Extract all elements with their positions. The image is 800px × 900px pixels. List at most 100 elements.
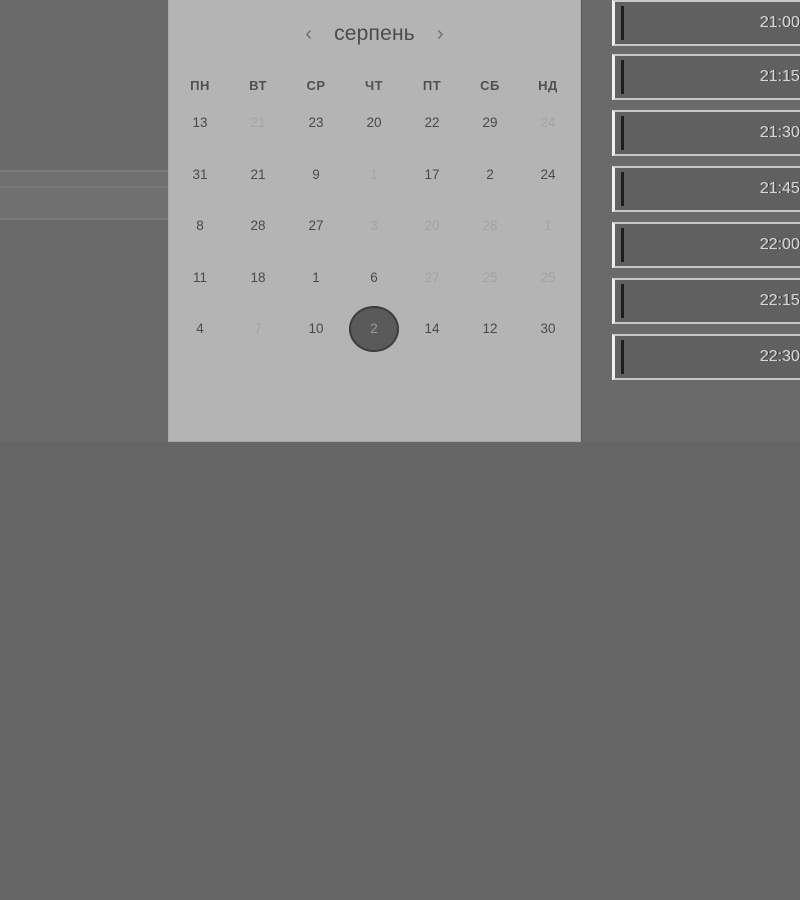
day-cell[interactable]: 17 — [403, 149, 461, 201]
day-number: 24 — [540, 115, 556, 131]
chevron-right-icon[interactable]: › — [433, 24, 448, 44]
time-slot-button[interactable]: 21:15 — [612, 54, 800, 100]
day-number: 9 — [312, 166, 320, 182]
weekday-label: СР — [306, 78, 326, 93]
time-slot-button[interactable]: 21:00 — [612, 0, 800, 46]
weekday-label: ПН — [190, 78, 210, 93]
day-number: 22 — [424, 115, 440, 131]
day-number: 1 — [312, 269, 320, 285]
day-cell-selected[interactable]: 2 — [345, 303, 403, 355]
time-slot-label: 22:00 — [759, 236, 800, 253]
time-slot-button[interactable]: 21:30 — [612, 110, 800, 156]
time-slot-button[interactable]: 22:00 — [612, 222, 800, 268]
day-cell[interactable]: 27 — [403, 252, 461, 304]
left-panel-row — [0, 170, 169, 220]
day-number: 17 — [424, 166, 440, 182]
day-number: 14 — [424, 321, 440, 337]
weekday-label: НД — [538, 78, 558, 93]
day-cell[interactable]: 27 — [287, 200, 345, 252]
day-number: 29 — [482, 115, 498, 131]
day-number: 13 — [192, 115, 208, 131]
day-number: 2 — [486, 166, 494, 182]
day-cell[interactable]: 24 — [519, 97, 577, 149]
time-slot-button[interactable]: 22:15 — [612, 278, 800, 324]
day-number: 1 — [370, 166, 378, 182]
day-cell[interactable]: 25 — [519, 252, 577, 304]
day-cell[interactable]: 1 — [519, 200, 577, 252]
day-cell[interactable]: 18 — [229, 252, 287, 304]
day-cell[interactable]: 23 — [287, 97, 345, 149]
day-cell[interactable]: 25 — [461, 252, 519, 304]
day-cell[interactable]: 11 — [171, 252, 229, 304]
day-cell[interactable]: 28 — [229, 200, 287, 252]
page: ‹ серпень › ПН ВТ СР ЧТ ПТ СБ НД 13 21 23 20 22 29 2… — [0, 0, 800, 900]
day-number: 4 — [196, 321, 204, 337]
day-cell[interactable]: 13 — [171, 97, 229, 149]
weekday-label: ЧТ — [364, 78, 384, 93]
day-number: 31 — [192, 166, 208, 182]
day-number: 20 — [366, 115, 382, 131]
time-slot-list: 21:00 21:15 21:30 21:45 22:00 22:15 22:30 — [612, 0, 800, 392]
day-cell[interactable]: 1 — [345, 149, 403, 201]
day-number: 27 — [424, 269, 440, 285]
day-number: 20 — [424, 218, 440, 234]
day-cell[interactable]: 1 — [287, 252, 345, 304]
day-number: 10 — [308, 321, 324, 337]
weekday-label: ПТ — [422, 78, 442, 93]
day-cell[interactable]: 31 — [171, 149, 229, 201]
day-number: 8 — [196, 218, 204, 234]
day-cell[interactable]: 12 — [461, 303, 519, 355]
day-grid: 13 21 23 20 22 29 24 31 21 9 1 17 2 24 8 28 27 3 20 28 1 11 18… — [171, 97, 579, 355]
day-cell[interactable]: 22 — [403, 97, 461, 149]
day-cell[interactable]: 29 — [461, 97, 519, 149]
day-number: 1 — [544, 218, 552, 234]
day-cell[interactable]: 28 — [461, 200, 519, 252]
day-cell[interactable]: 9 — [287, 149, 345, 201]
time-slot-label: 21:30 — [759, 124, 800, 141]
day-cell[interactable]: 8 — [171, 200, 229, 252]
day-cell[interactable]: 21 — [229, 149, 287, 201]
day-number: 7 — [254, 321, 262, 337]
day-number: 25 — [540, 269, 556, 285]
time-slot-label: 22:30 — [759, 348, 800, 365]
day-cell[interactable]: 21 — [229, 97, 287, 149]
day-number: 2 — [349, 305, 399, 352]
day-cell[interactable]: 30 — [519, 303, 577, 355]
day-number: 21 — [250, 166, 266, 182]
day-cell[interactable]: 2 — [461, 149, 519, 201]
day-number: 3 — [370, 218, 378, 234]
day-cell[interactable]: 20 — [403, 200, 461, 252]
day-cell[interactable]: 10 — [287, 303, 345, 355]
time-slot-label: 21:00 — [759, 14, 800, 31]
day-number: 30 — [540, 321, 556, 337]
weekday-label: ВТ — [249, 78, 267, 93]
day-number: 23 — [308, 115, 324, 131]
day-cell[interactable]: 20 — [345, 97, 403, 149]
day-number: 6 — [370, 269, 378, 285]
day-number: 27 — [308, 218, 324, 234]
day-cell[interactable]: 6 — [345, 252, 403, 304]
date-picker: ‹ серпень › ПН ВТ СР ЧТ ПТ СБ НД 13 21 23 20 22 29 2… — [169, 0, 580, 441]
time-slot-button[interactable]: 21:45 — [612, 166, 800, 212]
day-number: 11 — [192, 269, 207, 285]
time-slot-label: 21:45 — [759, 180, 800, 197]
day-number: 25 — [482, 269, 498, 285]
day-cell[interactable]: 3 — [345, 200, 403, 252]
time-slot-label: 21:15 — [759, 68, 800, 85]
day-cell[interactable]: 7 — [229, 303, 287, 355]
divider — [581, 0, 582, 441]
day-cell[interactable]: 14 — [403, 303, 461, 355]
day-number: 28 — [250, 218, 266, 234]
day-number: 12 — [482, 321, 498, 337]
time-slot-label: 22:15 — [759, 292, 800, 309]
weekday-label: СБ — [480, 78, 500, 93]
day-number: 18 — [250, 269, 266, 285]
day-cell[interactable]: 4 — [171, 303, 229, 355]
chevron-left-icon[interactable]: ‹ — [301, 24, 316, 44]
weekday-header: ПН ВТ СР ЧТ ПТ СБ НД — [171, 78, 579, 93]
day-number: 28 — [482, 218, 498, 234]
day-cell[interactable]: 24 — [519, 149, 577, 201]
month-title: серпень — [334, 22, 415, 45]
time-slot-button[interactable]: 22:30 — [612, 334, 800, 380]
month-navigation: ‹ серпень › — [169, 16, 580, 52]
